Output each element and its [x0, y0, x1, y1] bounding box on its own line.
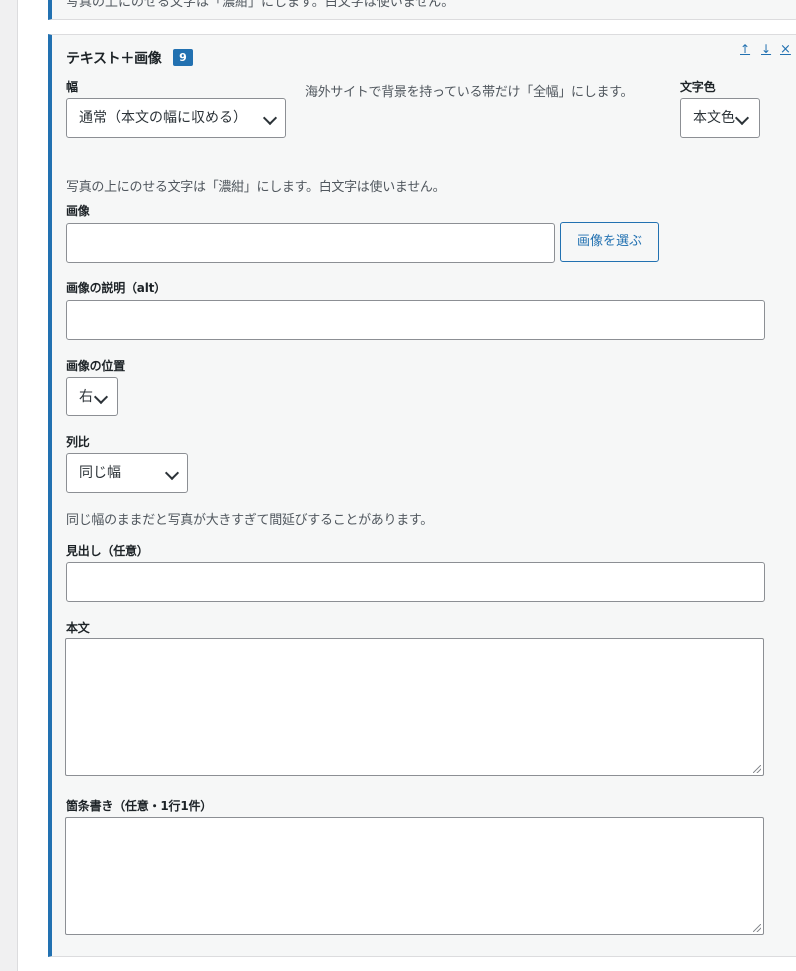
bullets-label: 箇条書き（任意・1行1件）: [66, 799, 213, 813]
text-color-select[interactable]: 本文色: [680, 98, 760, 138]
move-up-button[interactable]: ↑: [740, 42, 750, 56]
heading-label: 見出し（任意）: [66, 544, 149, 558]
image-label: 画像: [66, 204, 90, 218]
column-ratio-select[interactable]: 同じ幅: [66, 453, 188, 493]
column-ratio-select-value: 同じ幅: [79, 465, 121, 481]
chevron-down-icon: [93, 389, 109, 405]
text-color-label: 文字色: [680, 80, 716, 94]
column-ratio-help-text: 同じ幅のままだと写真が大きすぎて間延びすることがあります。: [66, 513, 434, 528]
body-textarea[interactable]: [65, 638, 764, 776]
resize-handle-icon[interactable]: [753, 924, 761, 932]
image-alt-label: 画像の説明（alt）: [66, 281, 166, 295]
bullets-textarea[interactable]: [65, 817, 764, 935]
chevron-down-icon: [262, 110, 278, 126]
column-ratio-label: 列比: [66, 435, 90, 449]
image-position-select[interactable]: 右: [66, 377, 118, 416]
width-label: 幅: [66, 80, 78, 94]
choose-image-button[interactable]: 画像を選ぶ: [560, 222, 659, 262]
width-select-value: 通常（本文の幅に収める）: [79, 110, 247, 126]
block-number-badge: 9: [173, 49, 193, 66]
text-image-block-card: テキスト＋画像 9 ↑ ↓ × 幅 通常（本文の幅に収める） 海外サイトで背景を…: [48, 34, 796, 957]
previous-block-card: 写真の上にのせる文字は「濃紺」にします。白文字は使いません。: [48, 0, 796, 20]
text-color-help-text: 写真の上にのせる文字は「濃紺」にします。白文字は使いません。: [66, 180, 446, 195]
chevron-down-icon: [164, 465, 180, 481]
image-position-select-value: 右: [79, 389, 93, 405]
image-alt-input[interactable]: [66, 300, 765, 340]
image-position-label: 画像の位置: [66, 359, 126, 373]
resize-handle-icon[interactable]: [753, 765, 761, 773]
width-select[interactable]: 通常（本文の幅に収める）: [66, 98, 286, 138]
image-url-input[interactable]: [66, 223, 555, 263]
heading-input[interactable]: [66, 562, 765, 602]
body-label: 本文: [66, 621, 90, 635]
width-help-text: 海外サイトで背景を持っている帯だけ「全幅」にします。: [305, 85, 634, 100]
remove-block-button[interactable]: ×: [780, 42, 791, 57]
chevron-down-icon: [734, 110, 750, 126]
text-color-select-value: 本文色: [693, 110, 735, 126]
move-down-button[interactable]: ↓: [761, 42, 771, 56]
editor-panel: 写真の上にのせる文字は「濃紺」にします。白文字は使いません。 テキスト＋画像 9…: [17, 0, 796, 971]
block-title: テキスト＋画像: [66, 51, 162, 67]
previous-block-help-text: 写真の上にのせる文字は「濃紺」にします。白文字は使いません。: [66, 0, 455, 10]
